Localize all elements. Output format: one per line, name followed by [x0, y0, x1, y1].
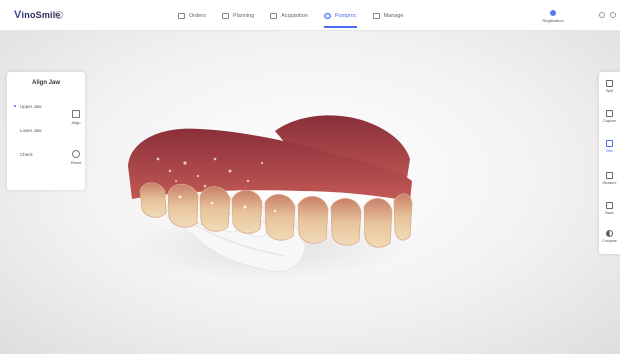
measure-tool[interactable]: Measure — [599, 172, 620, 185]
help-icon[interactable] — [599, 12, 605, 18]
acquisition-icon — [270, 13, 278, 19]
reset-icon — [72, 150, 80, 158]
tab-postprocess[interactable]: Postproc — [323, 10, 357, 28]
capture-tool[interactable]: Capture — [599, 110, 620, 123]
registration-icon — [550, 10, 556, 16]
top-navigation-bar: VinoSmile Orders Planning Acquisition Po… — [0, 0, 620, 31]
manage-icon — [372, 13, 380, 19]
check-option[interactable]: Check — [20, 152, 33, 157]
compare-icon — [606, 230, 613, 237]
registration-status[interactable]: Registration — [538, 10, 568, 23]
main-tabs: Orders Planning Acquisition Postproc Man… — [178, 10, 419, 28]
tab-label: Planning — [232, 13, 255, 19]
bite-icon — [606, 140, 613, 147]
tab-orders[interactable]: Orders — [178, 10, 206, 22]
tab-planning[interactable]: Planning — [221, 10, 255, 22]
upper-jaw-option[interactable]: Upper Jaw — [14, 104, 42, 109]
tab-label: Manage — [383, 13, 404, 19]
measure-label: Measure — [602, 181, 617, 185]
base-tool[interactable]: Base — [599, 202, 620, 215]
split-tool[interactable]: Split — [599, 80, 620, 93]
tab-label: Acquisition — [281, 13, 308, 19]
tab-manage[interactable]: Manage — [372, 10, 404, 22]
lower-jaw-option[interactable]: Lower Jaw — [20, 128, 42, 133]
planning-icon — [221, 13, 229, 19]
base-icon — [606, 202, 613, 209]
3d-viewport[interactable] — [0, 31, 620, 354]
lower-jaw-label: Lower Jaw — [20, 128, 42, 133]
check-label: Check — [20, 152, 33, 157]
capture-label: Capture — [603, 119, 616, 123]
reset-button[interactable]: Reset — [69, 150, 83, 165]
align-label: Align — [71, 120, 81, 125]
align-jaw-panel: Align Jaw Upper Jaw Lower Jaw Check Alig… — [7, 72, 85, 190]
info-icon[interactable] — [55, 11, 63, 19]
reset-label: Reset — [70, 160, 82, 165]
bite-tool[interactable]: Bite — [599, 140, 620, 153]
compare-label: Compare — [602, 239, 617, 243]
right-toolbar: Split Capture Bite Measure Base Compare — [599, 72, 620, 254]
orders-icon — [178, 13, 185, 19]
panel-title: Align Jaw — [31, 80, 60, 86]
base-label: Base — [605, 211, 614, 215]
power-icon[interactable] — [610, 12, 616, 18]
measure-icon — [606, 172, 613, 179]
tab-label: Orders — [189, 13, 206, 19]
selected-indicator — [14, 105, 16, 107]
compare-tool[interactable]: Compare — [599, 230, 620, 243]
align-icon — [72, 110, 80, 118]
upper-jaw-label: Upper Jaw — [20, 104, 42, 109]
tab-acquisition[interactable]: Acquisition — [270, 10, 308, 22]
bite-label: Bite — [606, 149, 613, 153]
split-icon — [606, 80, 613, 87]
tab-label: Postproc — [334, 13, 357, 19]
align-button[interactable]: Align — [69, 110, 83, 125]
registration-label: Registration — [542, 18, 564, 23]
capture-icon — [606, 110, 613, 117]
postprocess-icon — [323, 13, 331, 19]
split-label: Split — [606, 89, 613, 93]
dental-scan-model[interactable] — [0, 31, 620, 354]
app-logo: VinoSmile — [14, 9, 61, 21]
